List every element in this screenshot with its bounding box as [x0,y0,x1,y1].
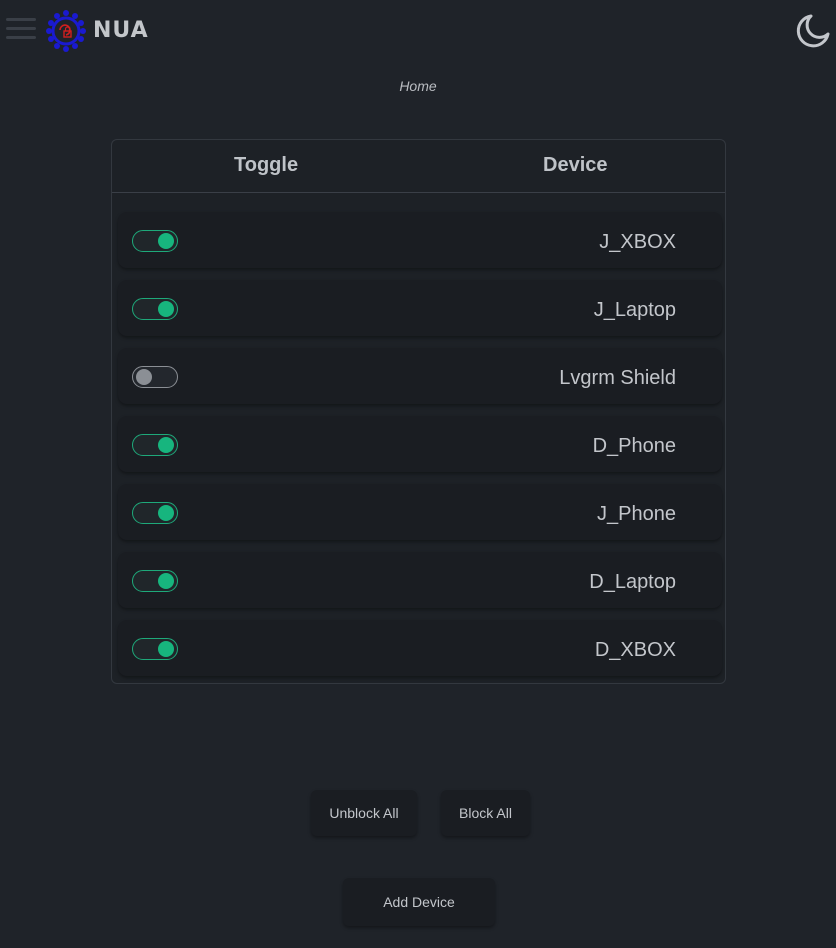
column-header-device: Device [543,154,608,176]
device-row: D_XBOX [118,620,722,676]
device-toggle-switch[interactable] [132,230,178,252]
toggle-knob [158,505,174,521]
add-device-button[interactable]: Add Device [343,878,495,926]
device-toggle-switch[interactable] [132,366,178,388]
device-row: Lvgrm Shield [118,348,722,404]
column-header-toggle: Toggle [234,154,299,176]
device-table: Toggle Device J_XBOX J_Laptop Lvgrm Shield… [111,139,726,684]
brand-name: NUA [93,18,149,43]
toggle-knob [158,641,174,657]
device-name: Lvgrm Shield [559,367,676,389]
device-row: J_Laptop [118,280,722,336]
device-name: J_Laptop [593,299,676,321]
breadcrumb[interactable]: Home [0,78,836,94]
device-toggle-switch[interactable] [132,502,178,524]
unblock-all-button[interactable]: Unblock All [311,790,417,836]
gear-lock-logo [43,9,89,53]
toggle-knob [158,573,174,589]
block-all-button[interactable]: Block All [441,790,530,836]
device-row: D_Laptop [118,552,722,608]
device-name: D_Laptop [589,571,676,593]
table-header: Toggle Device [112,140,725,193]
device-toggle-switch[interactable] [132,570,178,592]
toggle-knob [158,437,174,453]
device-row: D_Phone [118,416,722,472]
device-toggle-switch[interactable] [132,434,178,456]
hamburger-menu-icon[interactable] [6,18,36,42]
device-name: D_XBOX [594,639,676,661]
toggle-knob [158,233,174,249]
device-name: J_Phone [597,503,676,525]
device-name: D_Phone [592,435,676,457]
top-bar: NUA [0,0,836,62]
toggle-knob [158,301,174,317]
device-row: J_Phone [118,484,722,540]
toggle-knob [136,369,152,385]
device-toggle-switch[interactable] [132,638,178,660]
device-name: J_XBOX [599,231,676,253]
device-toggle-switch[interactable] [132,298,178,320]
device-row: J_XBOX [118,212,722,268]
moon-icon[interactable] [794,12,832,50]
